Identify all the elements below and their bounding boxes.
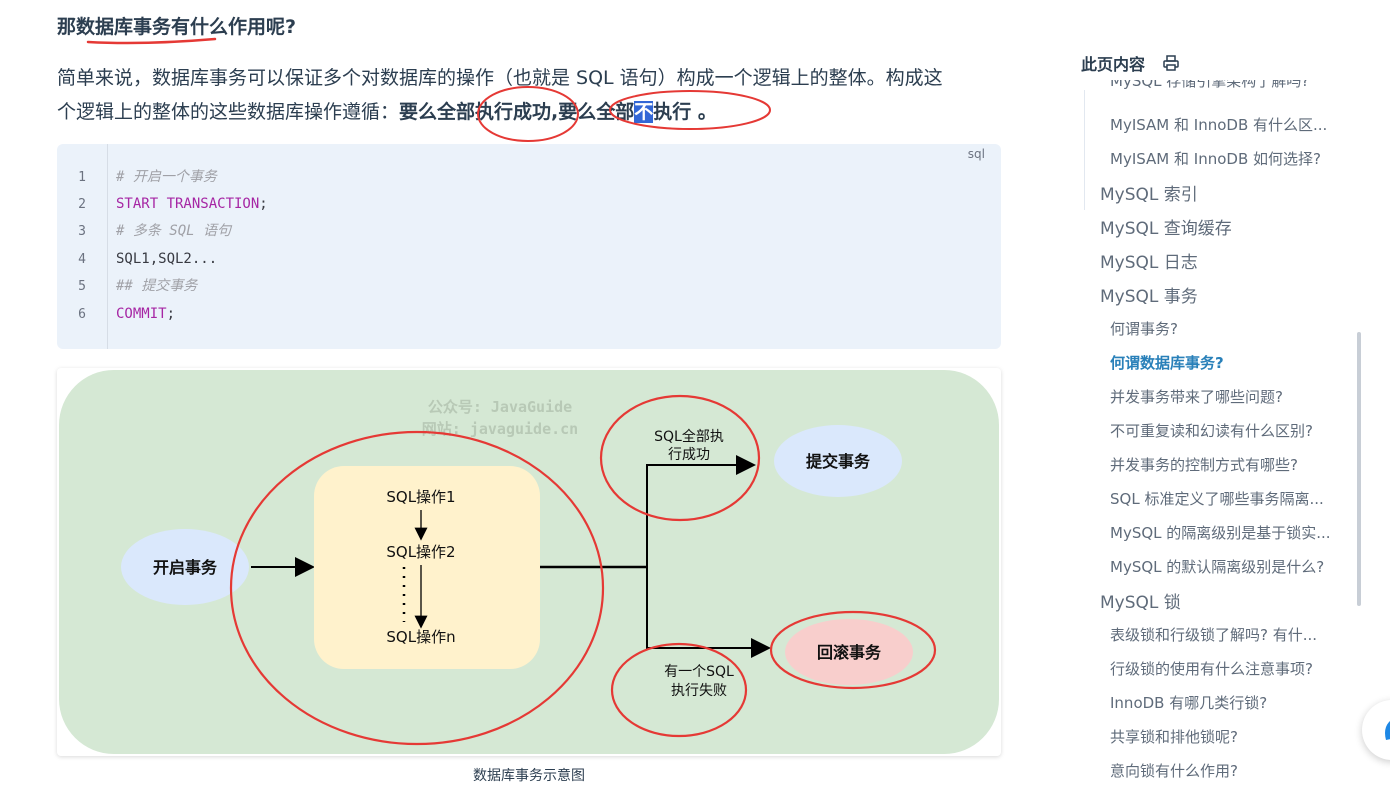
toc-item-active[interactable]: 何谓数据库事务? — [1110, 352, 1350, 373]
op2-label: SQL操作2 — [386, 543, 455, 561]
transaction-diagram: 公众号: JavaGuide 网站: javaguide.cn 开启事务 SQL… — [57, 368, 1001, 756]
rollback-label: 回滚事务 — [817, 643, 882, 662]
toc-item[interactable]: 不可重复读和幻读有什么区别? — [1110, 420, 1350, 441]
line-number: 5 — [78, 279, 86, 294]
fail-label-2: 执行失败 — [671, 683, 727, 699]
code-punct: ; — [259, 196, 268, 212]
code-block: sql 1 2 3 4 5 6 # 开启一个事务 START TRANSACTI… — [57, 144, 1001, 349]
code-comment: # 开启一个事务 — [116, 169, 217, 185]
code-comment: # 多条 SQL 语句 — [116, 223, 232, 239]
figure-caption: 数据库事务示意图 — [473, 768, 585, 784]
code-line: SQL1,SQL2... — [116, 246, 217, 273]
float-action-button[interactable] — [1362, 700, 1390, 760]
toc-item[interactable]: 何谓事务? — [1110, 318, 1350, 339]
code-lang-label: sql — [967, 147, 985, 161]
toc-item[interactable]: MySQL 索引 — [1100, 180, 1198, 205]
toc-item[interactable]: MySQL 的隔离级别是基于锁实... — [1110, 522, 1350, 543]
toc-item[interactable]: 并发事务的控制方式有哪些? — [1110, 454, 1350, 475]
toc-item[interactable]: MySQL 事务 — [1100, 282, 1198, 307]
line-number-gutter: 1 2 3 4 5 6 — [57, 144, 108, 349]
code-text: SQL1,SQL2... — [116, 251, 218, 267]
toc-item[interactable]: 行级锁的使用有什么注意事项? — [1110, 658, 1350, 679]
start-label: 开启事务 — [153, 558, 218, 577]
opn-label: SQL操作n — [386, 628, 455, 646]
code-comment: ## 提交事务 — [116, 278, 198, 294]
line-number: 3 — [78, 224, 86, 239]
section-heading: 那数据库事务有什么作用呢? — [57, 16, 297, 38]
code-line: START TRANSACTION; — [116, 191, 268, 218]
toc-item[interactable]: MySQL 的默认隔离级别是什么? — [1110, 556, 1350, 577]
toc-scrollbar[interactable] — [1357, 332, 1361, 606]
toc-item[interactable]: MySQL 存储引擎架构了解吗? — [1110, 80, 1350, 91]
fail-label-1: 有一个SQL — [664, 664, 734, 680]
commit-label: 提交事务 — [806, 452, 871, 471]
toc-item[interactable]: MySQL 锁 — [1100, 588, 1181, 613]
paragraph-annotations — [477, 86, 771, 142]
assistant-icon — [1385, 721, 1390, 740]
diagram-svg: 公众号: JavaGuide 网站: javaguide.cn 开启事务 SQL… — [59, 370, 999, 754]
line-number: 1 — [78, 170, 86, 185]
code-punct: ; — [166, 306, 176, 322]
watermark-1: 公众号: JavaGuide — [428, 398, 572, 416]
toc-item[interactable]: 意向锁有什么作用? — [1110, 760, 1350, 781]
toc-item[interactable]: MyISAM 和 InnoDB 如何选择? — [1110, 148, 1350, 169]
line-number: 2 — [78, 197, 86, 212]
code-line: ## 提交事务 — [116, 273, 197, 300]
para-line-2: 个逻辑上的整体的这些数据库操作遵循： — [57, 101, 400, 123]
toc-rail — [1084, 90, 1085, 210]
code-keyword: COMMIT — [116, 306, 167, 322]
op1-label: SQL操作1 — [386, 488, 455, 506]
success-label-1: SQL全部执 — [654, 428, 724, 445]
toc-item[interactable]: 共享锁和排他锁呢? — [1110, 726, 1350, 747]
toc-item[interactable]: MySQL 查询缓存 — [1100, 214, 1232, 239]
toc-item[interactable]: InnoDB 有哪几类行锁? — [1110, 692, 1350, 713]
toc-cut-item-clip: MySQL 存储引擎架构了解吗? — [1090, 80, 1380, 100]
code-line: # 开启一个事务 — [116, 164, 217, 191]
line-number: 6 — [78, 307, 86, 322]
annotation-circle-not — [609, 90, 771, 130]
code-keyword: START TRANSACTION — [116, 196, 260, 212]
toc-item[interactable]: 并发事务带来了哪些问题? — [1110, 386, 1350, 407]
printer-icon[interactable] — [1162, 54, 1180, 76]
annotation-circle-success — [477, 86, 579, 142]
toc-title: 此页内容 — [1081, 55, 1146, 74]
success-label-2: 行成功 — [668, 447, 710, 463]
code-line: # 多条 SQL 语句 — [116, 218, 231, 245]
toc-item[interactable]: SQL 标准定义了哪些事务隔离... — [1110, 488, 1350, 509]
toc-item[interactable]: MyISAM 和 InnoDB 有什么区... — [1110, 114, 1350, 135]
heading-underline-annotation — [86, 37, 217, 45]
line-number: 4 — [78, 252, 86, 267]
code-line: COMMIT; — [116, 301, 175, 328]
watermark-2: 网站: javaguide.cn — [422, 420, 578, 438]
toc-item[interactable]: MySQL 日志 — [1100, 248, 1198, 273]
toc-item[interactable]: 表级锁和行级锁了解吗? 有什... — [1110, 624, 1350, 645]
